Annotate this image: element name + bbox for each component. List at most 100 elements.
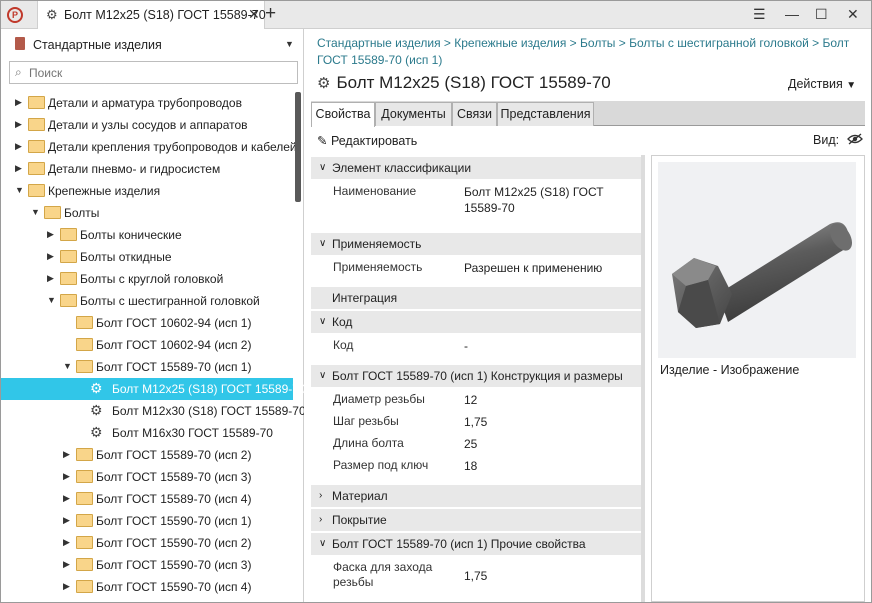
menu-button[interactable]: ☰ [753,5,766,23]
tree-folder[interactable]: ▼ Болт ГОСТ 15589-70 (исп 1) [1,356,297,378]
collapsed-arrow-icon[interactable]: ▶ [47,229,54,240]
collapsed-arrow-icon[interactable]: ▶ [63,515,70,526]
chevron-down-icon[interactable]: ∨ [319,311,326,333]
property-section-header[interactable]: ∨ Болт ГОСТ 15589-70 (исп 1) Прочие свойс… [311,533,643,555]
expanded-arrow-icon[interactable]: ▼ [15,185,24,195]
tree-item[interactable]: ⚙ Болт М12х25 (S18) ГОСТ 15589-70 [1,378,304,400]
property-section-header[interactable]: › Покрытие [311,509,643,531]
tree-folder[interactable]: ▶ Детали и узлы сосудов и аппаратов [1,114,297,136]
eye-hidden-icon[interactable] [846,133,863,145]
collapsed-arrow-icon[interactable]: ▶ [63,537,70,548]
tree-folder[interactable]: Болт ГОСТ 10602-94 (исп 1) [1,312,297,334]
collapsed-arrow-icon[interactable]: ▶ [47,273,54,284]
tree-folder[interactable]: ▶ Болт ГОСТ 15589-70 (исп 2) [1,444,297,466]
library-selector[interactable]: Стандартные изделия ▼ [1,29,304,59]
tree-folder[interactable]: ▶ Детали и арматура трубопроводов [1,92,297,114]
document-tab[interactable]: ⚙ Болт М12х25 (S18) ГОСТ 15589-70 ✕ [37,1,266,29]
properties-scrollbar[interactable] [641,155,645,602]
tree-folder[interactable]: ▶ Болты конические [1,224,297,246]
chevron-down-icon[interactable]: ▼ [285,39,294,49]
tab-properties[interactable]: Свойства [311,102,375,127]
folder-icon [60,228,77,241]
property-key: Применяемость [333,260,423,274]
chevron-down-icon[interactable]: ∨ [319,533,326,555]
tree-folder[interactable]: ▶ Болты откидные [1,246,297,268]
tab-documents[interactable]: Документы [375,102,452,126]
tree-item[interactable]: ⚙ Болт М16х30 ГОСТ 15589-70 [1,422,297,444]
chevron-right-icon[interactable]: › [319,509,322,531]
tree-folder[interactable]: ▶ Болт ГОСТ 15589-70 (исп 4) [1,488,297,510]
tree-folder[interactable]: ▶ Болт ГОСТ 15590-70 (исп 4) [1,576,297,598]
collapsed-arrow-icon[interactable]: ▶ [63,449,70,460]
tab-representations[interactable]: Представления [497,102,594,126]
property-section-header[interactable]: ∨ Код [311,311,643,333]
tree-item-label: Болты с круглой головкой [80,272,224,286]
tree-folder[interactable]: Болт ГОСТ 10602-94 (исп 2) [1,334,297,356]
tree-folder[interactable]: ▶ Детали пневмо- и гидросистем [1,158,297,180]
minimize-button[interactable]: — [785,5,799,23]
property-section-header[interactable]: ∨ Болт ГОСТ 15589-70 (исп 1) Конструкция … [311,365,643,387]
tree-item-label: Крепежные изделия [48,184,161,198]
property-value: Болт М12х25 (S18) ГОСТ 15589-70 [464,185,604,215]
tree-folder[interactable]: ▶ Детали крепления трубопроводов и кабеле… [1,136,297,158]
tree-folder[interactable]: ▼ Болты с шестигранной головкой [1,290,297,312]
property-key: Шаг резьбы [333,414,399,428]
section-title: Интеграция [332,291,398,305]
tree-folder[interactable]: ▶ Болт ГОСТ 15590-70 (исп 2) [1,532,297,554]
expanded-arrow-icon[interactable]: ▼ [31,207,40,217]
tab-links[interactable]: Связи [452,102,497,126]
tree-folder[interactable]: ▶ Болты с круглой головкой [1,268,297,290]
tree-folder[interactable]: ▶ Болт ГОСТ 15590-70 (исп 1) [1,510,297,532]
maximize-button[interactable]: ☐ [815,5,828,23]
edit-label: Редактировать [330,134,418,148]
tree-item-label: Болт М12х30 (S18) ГОСТ 15589-70 [112,404,304,418]
collapsed-arrow-icon[interactable]: ▶ [63,493,70,504]
tree-item-label: Болт ГОСТ 10602-94 (исп 2) [96,338,252,352]
expanded-arrow-icon[interactable]: ▼ [47,295,56,305]
tree-item[interactable]: ⚙ Болт М12х30 (S18) ГОСТ 15589-70 [1,400,304,422]
properties-list: ∨ Элемент классификации Наименование Болт М… [311,155,644,602]
view-toggle[interactable]: Вид: [813,133,863,147]
tree-folder[interactable]: ▶ Болт ГОСТ 15589-70 (исп 3) [1,466,297,488]
collapsed-arrow-icon[interactable]: ▶ [47,251,54,262]
tree-item-label: Болт ГОСТ 15590-70 (исп 2) [96,536,252,550]
collapsed-arrow-icon[interactable]: ▶ [15,119,22,130]
property-section-header[interactable]: ∨ Элемент классификации [311,157,643,179]
tree-scrollbar[interactable] [295,92,301,202]
expanded-arrow-icon[interactable]: ▼ [63,361,72,371]
title-bar: P ⚙ Болт М12х25 (S18) ГОСТ 15589-70 ✕ + … [1,1,871,29]
tree-folder[interactable]: ▶ Болт ГОСТ 15590-70 (исп 3) [1,554,297,576]
breadcrumb[interactable]: Стандартные изделия > Крепежные изделия … [317,35,857,69]
actions-menu-button[interactable]: Действия ▼ [788,77,856,91]
tree-folder[interactable]: ▼ Крепежные изделия [1,180,297,202]
new-tab-button[interactable]: + [265,4,276,24]
tree-folder[interactable]: ▼ Болты [1,202,297,224]
app-logo-icon: P [7,7,23,23]
tree-item-label: Болт М16х30 ГОСТ 15589-70 [112,426,273,440]
property-section-header[interactable]: Интеграция [311,287,643,309]
collapsed-arrow-icon[interactable]: ▶ [63,559,70,570]
close-tab-icon[interactable]: ✕ [248,6,260,23]
folder-icon [28,162,45,175]
property-section-header[interactable]: ∨ Применяемость [311,233,643,255]
edit-button[interactable]: ✎ Редактировать [317,133,417,148]
tree-item-label: Детали и узлы сосудов и аппаратов [48,118,248,132]
property-value: 12 [464,393,478,407]
property-section-header[interactable]: › Материал [311,485,643,507]
property-key: Наименование [333,184,417,198]
collapsed-arrow-icon[interactable]: ▶ [15,141,22,152]
chevron-down-icon[interactable]: ∨ [319,233,326,255]
collapsed-arrow-icon[interactable]: ▶ [63,581,70,592]
tree-item-label: Болт М12х25 (S18) ГОСТ 15589-70 [112,382,304,396]
chevron-down-icon[interactable]: ∨ [319,157,326,179]
bolt-gear-icon: ⚙ [90,380,103,396]
property-row: Длина болта 25 [311,433,643,455]
chevron-down-icon[interactable]: ∨ [319,365,326,387]
close-window-button[interactable]: ✕ [847,5,859,23]
chevron-right-icon[interactable]: › [319,485,322,507]
collapsed-arrow-icon[interactable]: ▶ [63,471,70,482]
collapsed-arrow-icon[interactable]: ▶ [15,163,22,174]
folder-icon [60,294,77,307]
collapsed-arrow-icon[interactable]: ▶ [15,97,22,108]
search-input[interactable] [29,64,289,81]
